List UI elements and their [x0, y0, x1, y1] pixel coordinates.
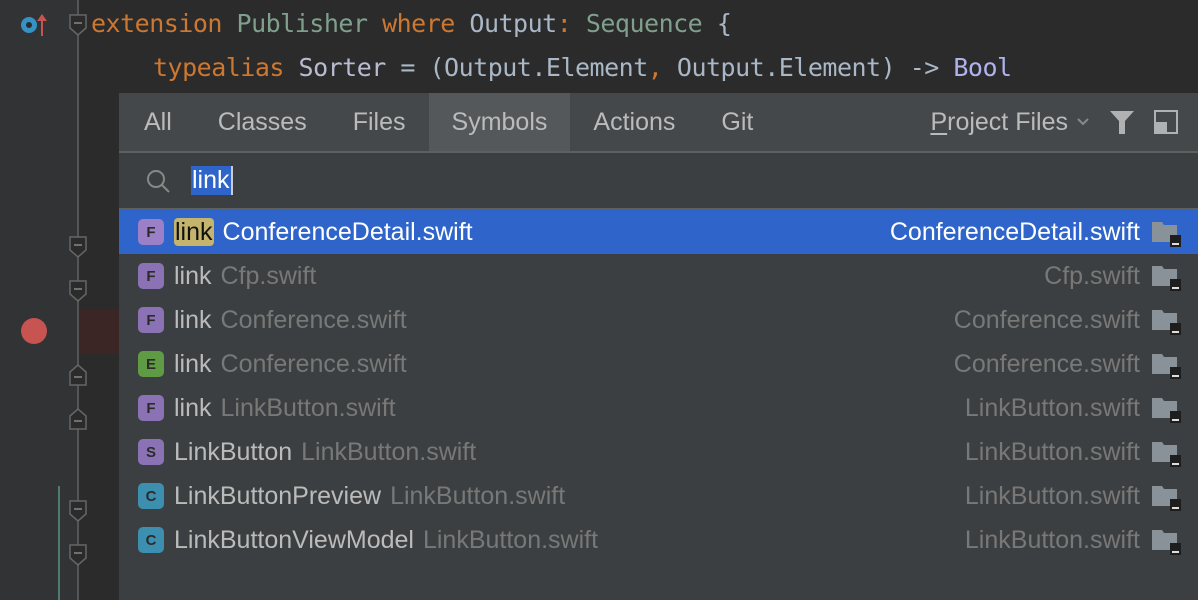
tab-actions[interactable]: Actions [570, 93, 698, 151]
code-line-2: typealias Sorter = (Output.Element, Outp… [153, 53, 1012, 82]
match-highlight: link [174, 217, 214, 246]
type-name: Sequence [585, 9, 703, 38]
symbol-location: LinkButton.swift [964, 525, 1140, 554]
symbol-location: LinkButton.swift [964, 393, 1140, 422]
type-name: Bool [953, 53, 1012, 82]
folder-icon [1152, 442, 1181, 467]
symbol-file: LinkButton.swift [422, 525, 599, 554]
change-marker [58, 486, 60, 600]
symbol-kind-icon: F [138, 263, 164, 289]
symbol-file: LinkButton.swift [220, 393, 396, 422]
tool-window-icon [1154, 110, 1178, 134]
result-row[interactable]: Flink Conference.swift Conference.swift [119, 298, 1198, 342]
symbol-location: Cfp.swift [1044, 261, 1140, 290]
symbol-name: link [174, 305, 212, 334]
fold-collapse-icon[interactable] [69, 236, 87, 258]
symbol-kind-icon: E [138, 351, 164, 377]
type-name: Publisher [236, 9, 368, 38]
symbol-location: ConferenceDetail.swift [889, 217, 1140, 246]
symbol-kind-icon: C [138, 527, 164, 553]
result-row[interactable]: S LinkButton LinkButton.swift LinkButton.sw… [119, 430, 1198, 474]
scope-label: roject Files [947, 107, 1068, 136]
scope-mnemonic: P [930, 107, 948, 136]
folder-icon [1152, 354, 1181, 379]
breakpoint-line-highlight [79, 310, 119, 354]
keyword: where [382, 9, 455, 38]
implemented-protocol-icon[interactable] [20, 12, 50, 38]
symbol-location: Conference.swift [953, 349, 1140, 378]
result-row[interactable]: Flink Cfp.swift Cfp.swift [119, 254, 1198, 298]
symbol-kind-icon: C [138, 483, 164, 509]
symbol-file: LinkButton.swift [390, 481, 566, 510]
symbol-name: link [174, 393, 212, 422]
result-row[interactable]: Elink Conference.swift Conference.swift [119, 342, 1198, 386]
symbol-kind-icon: F [138, 395, 164, 421]
tab-symbols[interactable]: Symbols [428, 93, 571, 151]
filter-icon [1110, 111, 1134, 134]
punctuation: , [647, 53, 663, 82]
symbol-file: Conference.swift [220, 305, 407, 334]
symbol-name: link [174, 217, 214, 247]
search-field-row: link [119, 153, 1198, 210]
open-in-tool-window-button[interactable] [1148, 104, 1184, 140]
symbol-kind-icon: S [138, 439, 164, 465]
symbol-kind-icon: F [138, 219, 164, 245]
fold-end-icon[interactable] [69, 364, 87, 386]
search-input[interactable]: link [191, 166, 233, 195]
keyword: extension [91, 9, 222, 38]
fold-collapse-icon[interactable] [69, 500, 87, 522]
symbol-file: Cfp.swift [220, 261, 317, 290]
identifier: Output [469, 9, 557, 38]
scope-dropdown[interactable]: Project Files [930, 108, 1090, 137]
folder-icon [1152, 222, 1181, 247]
symbol-file: LinkButton.swift [301, 437, 477, 466]
breakpoint-icon[interactable] [21, 318, 47, 344]
punctuation: : [556, 9, 572, 38]
symbol-location: LinkButton.swift [964, 437, 1140, 466]
folder-icon [1152, 530, 1181, 555]
editor-gutter [0, 0, 78, 600]
result-row[interactable]: C LinkButtonPreview LinkButton.swift LinkBu… [119, 474, 1198, 518]
tab-bar: All Classes Files Symbols Actions Git Pr… [119, 93, 1198, 153]
result-row[interactable]: Flink LinkButton.swift LinkButton.swift [119, 386, 1198, 430]
fold-collapse-icon[interactable] [69, 544, 87, 566]
search-everywhere-popup: All Classes Files Symbols Actions Git Pr… [119, 93, 1198, 600]
folder-icon [1152, 398, 1181, 423]
fold-end-icon[interactable] [69, 408, 87, 430]
results-list: Flink ConferenceDetail.swift ConferenceDet… [119, 210, 1198, 562]
chevron-down-icon [1077, 118, 1089, 126]
tab-git[interactable]: Git [698, 93, 776, 151]
folder-icon [1152, 310, 1181, 335]
symbol-file: ConferenceDetail.swift [222, 217, 473, 246]
tab-files[interactable]: Files [330, 93, 429, 151]
symbol-name: link [174, 261, 212, 290]
code-text: = (Output.Element [385, 53, 648, 82]
result-row[interactable]: C LinkButtonViewModel LinkButton.swift Link… [119, 518, 1198, 562]
symbol-kind-icon: F [138, 307, 164, 333]
folder-icon [1152, 266, 1181, 291]
symbol-location: LinkButton.swift [964, 481, 1140, 510]
symbol-name: LinkButton [174, 437, 293, 466]
identifier: Sorter [298, 53, 387, 82]
keyword: typealias [153, 53, 284, 82]
result-row[interactable]: Flink ConferenceDetail.swift ConferenceDet… [119, 210, 1198, 254]
symbol-location: Conference.swift [953, 305, 1140, 334]
filter-button[interactable] [1104, 104, 1140, 140]
brace: { [716, 9, 732, 38]
code-line-1: extension Publisher where Output: Sequen… [91, 9, 732, 38]
symbol-name: LinkButtonViewModel [174, 525, 414, 554]
fold-collapse-icon[interactable] [69, 280, 87, 302]
folder-icon [1152, 486, 1181, 511]
code-text: Output.Element) -> [662, 53, 954, 82]
tab-all[interactable]: All [119, 93, 195, 151]
symbol-name: link [174, 349, 212, 378]
tab-classes[interactable]: Classes [195, 93, 330, 151]
symbol-name: LinkButtonPreview [174, 481, 382, 510]
symbol-file: Conference.swift [220, 349, 407, 378]
search-icon [147, 169, 170, 193]
fold-collapse-icon[interactable] [69, 14, 87, 36]
